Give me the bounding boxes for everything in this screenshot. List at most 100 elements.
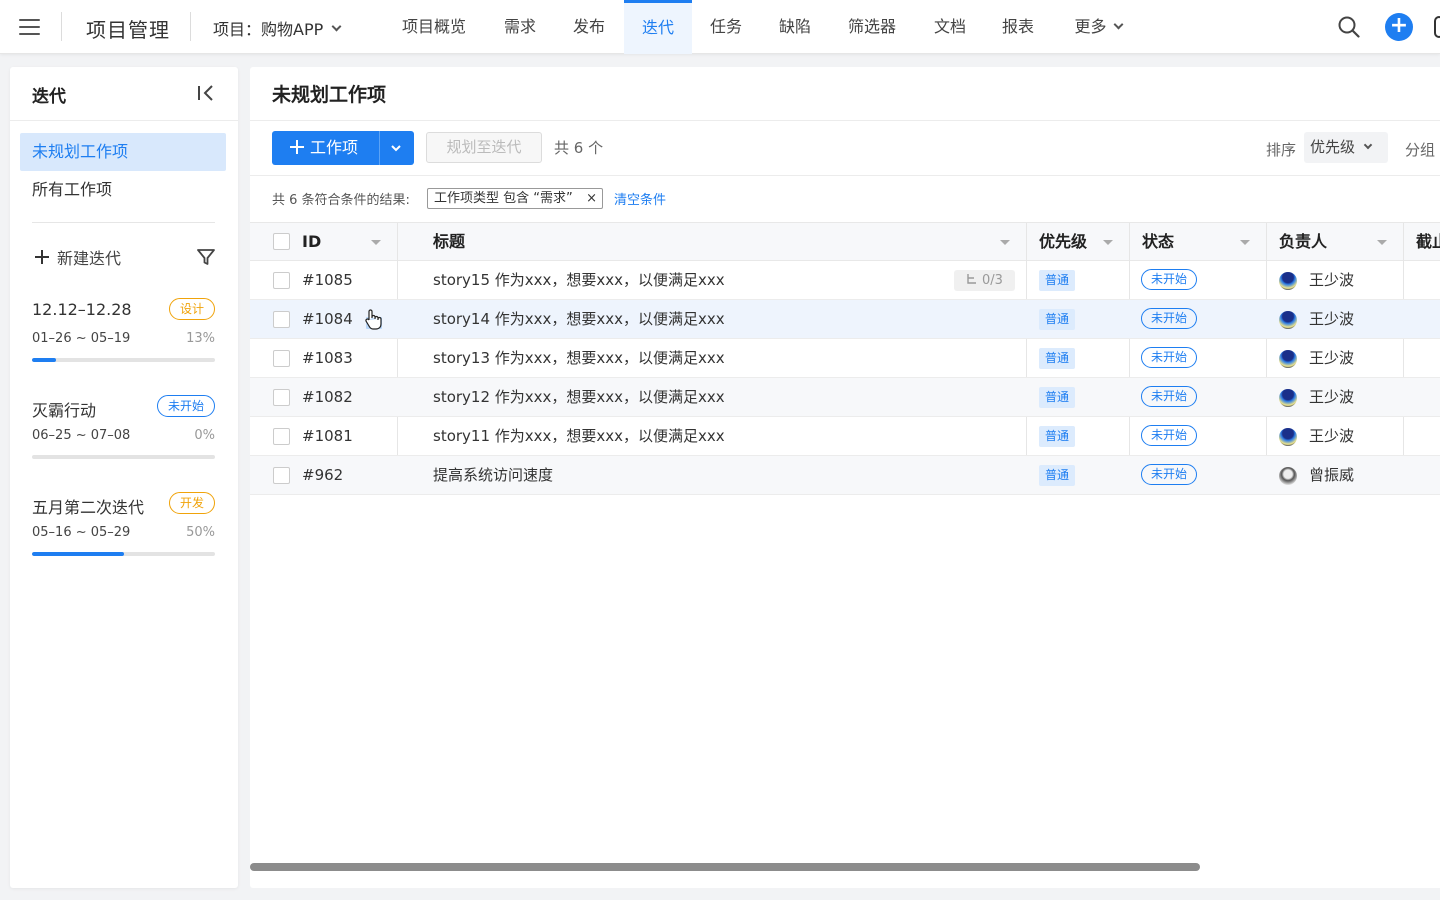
collapse-sidebar-icon[interactable] <box>196 84 216 102</box>
iteration-card[interactable]: 12.12–12.28 设计 01–26 ~ 05–19 13% <box>32 298 215 380</box>
tab-tasks[interactable]: 任务 <box>698 0 754 54</box>
status-tag[interactable]: 未开始 <box>1141 464 1197 485</box>
table-row[interactable]: #1082 story12 作为xxx，想要xxx，以便满足xxx 普通 未开始… <box>250 378 1440 417</box>
column-header-owner[interactable]: 负责人 <box>1279 223 1327 261</box>
avatar <box>1279 467 1297 485</box>
owner-name[interactable]: 王少波 <box>1309 339 1354 377</box>
chevron-down-icon[interactable] <box>386 138 406 158</box>
user-avatar-partial[interactable] <box>1434 16 1440 38</box>
close-icon[interactable]: × <box>586 189 597 208</box>
tab-overview[interactable]: 项目概览 <box>388 0 480 54</box>
priority-tag[interactable]: 普通 <box>1039 348 1076 369</box>
sort-select[interactable]: 优先级 <box>1304 132 1388 163</box>
status-tag[interactable]: 未开始 <box>1141 425 1197 446</box>
priority-tag[interactable]: 普通 <box>1039 309 1076 330</box>
owner-name[interactable]: 王少波 <box>1309 300 1354 338</box>
iteration-progress-bar <box>32 455 215 459</box>
iteration-card[interactable]: 灭霸行动 未开始 06–25 ~ 07–08 0% <box>32 395 215 477</box>
tab-reports[interactable]: 报表 <box>990 0 1046 54</box>
tab-requirements[interactable]: 需求 <box>492 0 548 54</box>
column-header-status[interactable]: 状态 <box>1142 223 1174 261</box>
item-title[interactable]: story11 作为xxx，想要xxx，以便满足xxx <box>433 417 725 455</box>
clear-filter-link[interactable]: 清空条件 <box>614 189 666 208</box>
owner-name[interactable]: 王少波 <box>1309 417 1354 455</box>
row-checkbox[interactable] <box>273 467 290 484</box>
hand-cursor-icon <box>365 309 382 330</box>
divider <box>10 120 238 121</box>
column-header-due[interactable]: 截止 <box>1416 223 1440 261</box>
sidebar-item-unplanned[interactable]: 未规划工作项 <box>20 133 226 171</box>
add-work-item-button[interactable]: 工作项 <box>272 131 414 165</box>
plus-icon <box>290 140 304 154</box>
plus-icon <box>35 250 49 264</box>
sidebar-item-all-items[interactable]: 所有工作项 <box>20 171 226 209</box>
priority-tag[interactable]: 普通 <box>1039 465 1076 486</box>
sort-icon[interactable] <box>1000 240 1010 245</box>
avatar <box>1279 350 1297 368</box>
search-icon[interactable] <box>1338 16 1360 38</box>
table-row[interactable]: #1083 story13 作为xxx，想要xxx，以便满足xxx 普通 未开始… <box>250 339 1440 378</box>
table-row[interactable]: #1081 story11 作为xxx，想要xxx，以便满足xxx 普通 未开始… <box>250 417 1440 456</box>
tab-defects[interactable]: 缺陷 <box>767 0 823 54</box>
horizontal-scrollbar[interactable] <box>250 863 1200 871</box>
sidebar-title: 迭代 <box>32 87 66 107</box>
column-header-priority[interactable]: 优先级 <box>1039 223 1087 261</box>
tab-docs[interactable]: 文档 <box>922 0 978 54</box>
iteration-name: 灭霸行动 <box>32 401 97 420</box>
owner-name[interactable]: 王少波 <box>1309 261 1354 299</box>
status-tag[interactable]: 未开始 <box>1141 347 1197 368</box>
priority-tag[interactable]: 普通 <box>1039 426 1076 447</box>
row-checkbox[interactable] <box>273 389 290 406</box>
item-id: #1082 <box>302 388 353 406</box>
column-header-id[interactable]: ID <box>302 223 321 261</box>
status-tag[interactable]: 未开始 <box>1141 308 1197 329</box>
filter-result-text: 共 6 条符合条件的结果: <box>272 193 410 208</box>
item-title[interactable]: story14 作为xxx，想要xxx，以便满足xxx <box>433 300 725 338</box>
iteration-card[interactable]: 五月第二次迭代 开发 05–16 ~ 05–29 50% <box>32 492 215 574</box>
table-row[interactable]: #962 提高系统访问速度 普通 未开始 曾振威 <box>250 456 1440 495</box>
row-checkbox[interactable] <box>273 428 290 445</box>
sort-icon[interactable] <box>1377 240 1387 245</box>
project-selector[interactable]: 项目：购物APP <box>213 16 342 40</box>
filter-chip[interactable]: 工作项类型 包含 “需求” × <box>427 188 603 209</box>
plan-to-iteration-button[interactable]: 规划至迭代 <box>426 132 542 163</box>
create-button[interactable]: + <box>1385 13 1413 41</box>
tab-iterations[interactable]: 迭代 <box>624 0 692 54</box>
new-iteration-button[interactable]: 新建迭代 <box>34 245 121 269</box>
hamburger-menu-icon[interactable] <box>19 18 40 35</box>
row-checkbox[interactable] <box>273 272 290 289</box>
item-title[interactable]: story15 作为xxx，想要xxx，以便满足xxx <box>433 261 725 299</box>
item-title[interactable]: 提高系统访问速度 <box>433 456 553 494</box>
status-tag[interactable]: 未开始 <box>1141 386 1197 407</box>
owner-name[interactable]: 王少波 <box>1309 378 1354 416</box>
table-row[interactable]: #1085 story15 作为xxx，想要xxx，以便满足xxx 0/3 普通… <box>250 261 1440 300</box>
page-title: 未规划工作项 <box>272 84 387 106</box>
owner-name[interactable]: 曾振威 <box>1309 456 1354 494</box>
tab-releases[interactable]: 发布 <box>561 0 617 54</box>
subtask-count[interactable]: 0/3 <box>954 270 1015 291</box>
row-checkbox[interactable] <box>273 350 290 367</box>
filter-icon[interactable] <box>196 247 216 267</box>
group-by-label[interactable]: 分组 <box>1405 139 1435 160</box>
priority-tag[interactable]: 普通 <box>1039 270 1076 291</box>
iteration-name: 五月第二次迭代 <box>32 498 145 517</box>
item-count: 共 6 个 <box>554 139 604 157</box>
row-checkbox[interactable] <box>273 311 290 328</box>
iteration-progress-percent: 50% <box>186 525 215 540</box>
sort-icon[interactable] <box>371 240 381 245</box>
iteration-progress-percent: 0% <box>194 428 215 443</box>
table-header: ID 标题 优先级 状态 负责人 截止 <box>250 222 1440 495</box>
select-all-checkbox[interactable] <box>273 233 290 250</box>
sort-icon[interactable] <box>1240 240 1250 245</box>
column-header-title[interactable]: 标题 <box>433 223 465 261</box>
iteration-dates: 01–26 ~ 05–19 <box>32 331 131 346</box>
tab-more[interactable]: 更多 <box>1058 0 1138 54</box>
tab-filters[interactable]: 筛选器 <box>835 0 909 54</box>
item-title[interactable]: story13 作为xxx，想要xxx，以便满足xxx <box>433 339 725 377</box>
table-row[interactable]: #1084 story14 作为xxx，想要xxx，以便满足xxx 普通 未开始… <box>250 300 1440 339</box>
priority-tag[interactable]: 普通 <box>1039 387 1076 408</box>
item-title[interactable]: story12 作为xxx，想要xxx，以便满足xxx <box>433 378 725 416</box>
status-tag[interactable]: 未开始 <box>1141 269 1197 290</box>
sort-icon[interactable] <box>1103 240 1113 245</box>
plus-icon: + <box>1389 13 1409 38</box>
